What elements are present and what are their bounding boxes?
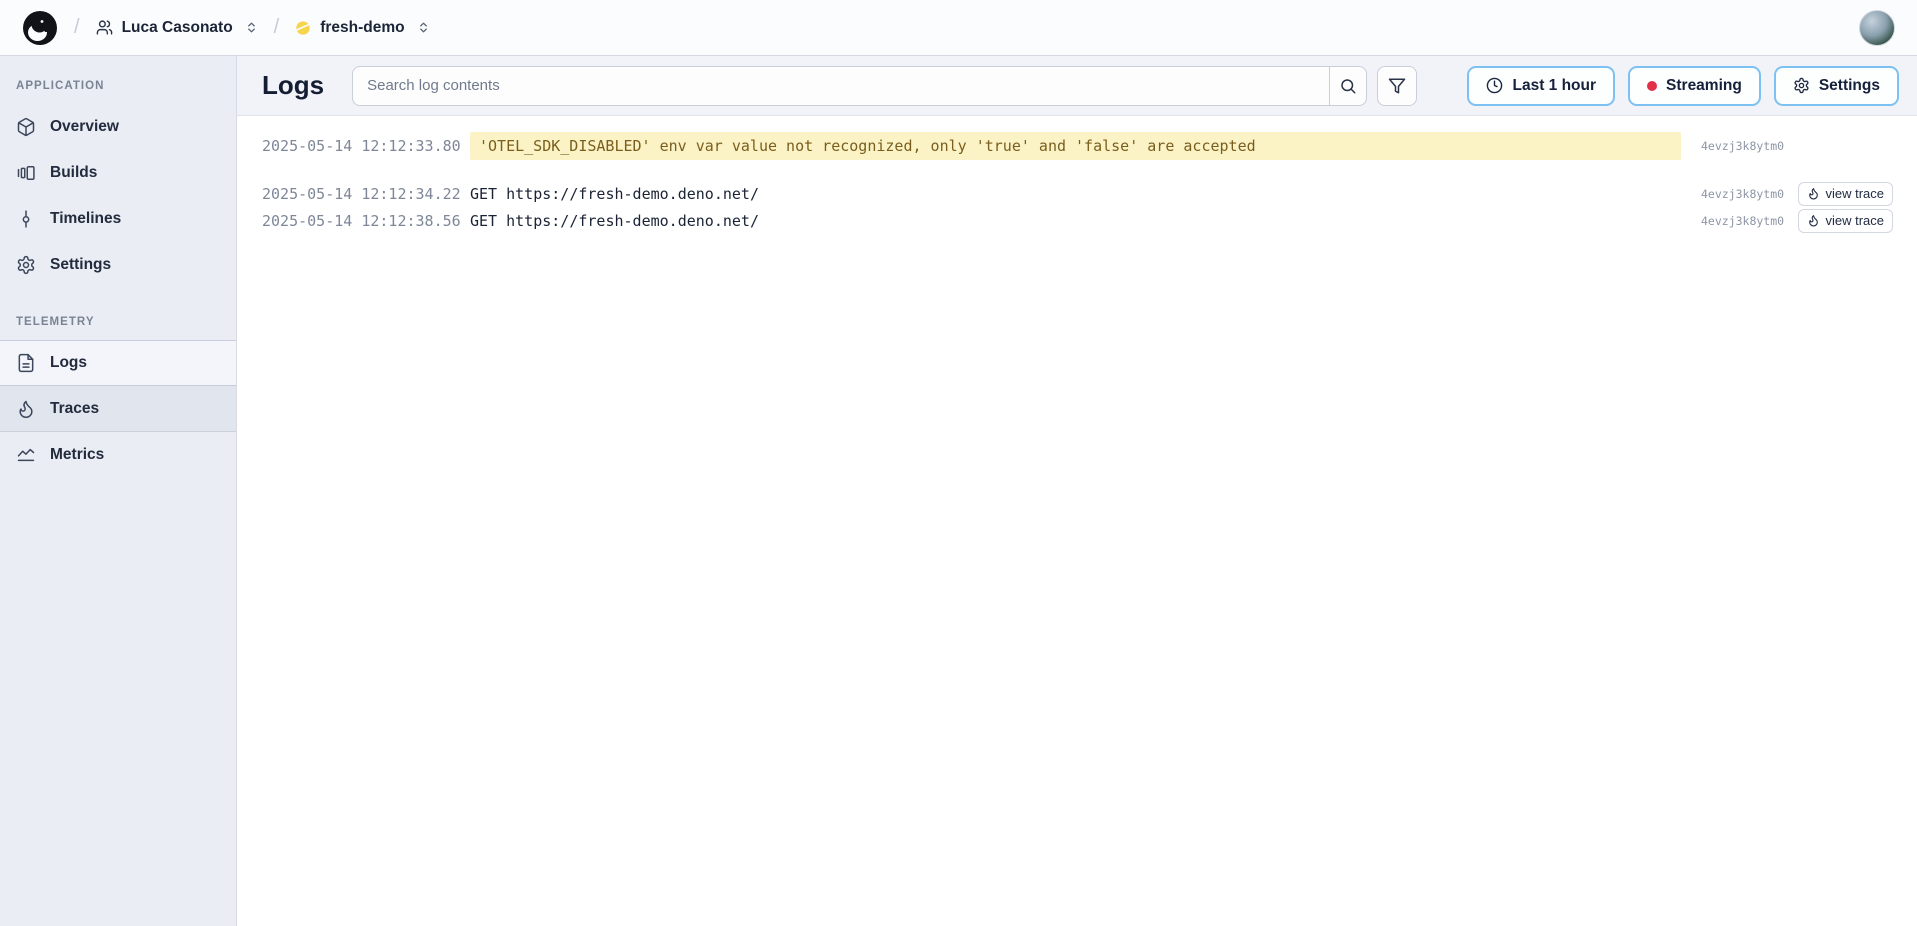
- gear-icon: [16, 255, 36, 275]
- timeline-icon: [16, 209, 36, 229]
- log-row[interactable]: 2025-05-14 12:12:38.56 GET https://fresh…: [262, 207, 1893, 234]
- sidebar: APPLICATION Overview Builds Timelines: [0, 56, 237, 926]
- filter-icon: [1388, 77, 1406, 95]
- breadcrumb-org[interactable]: Luca Casonato: [96, 19, 258, 37]
- view-trace-label: view trace: [1825, 186, 1884, 201]
- log-search-group: [352, 66, 1367, 106]
- sidebar-item-label: Metrics: [50, 446, 104, 464]
- time-range-button[interactable]: Last 1 hour: [1467, 66, 1615, 106]
- streaming-label: Streaming: [1666, 77, 1742, 95]
- log-message: GET https://fresh-demo.deno.net/: [470, 185, 1691, 203]
- fresh-project-icon: [295, 20, 311, 36]
- main-content: Logs Last 1 hour: [237, 56, 1917, 926]
- sidebar-item-metrics[interactable]: Metrics: [0, 432, 236, 478]
- sidebar-item-builds[interactable]: Builds: [0, 150, 236, 196]
- trace-flame-icon: [1807, 214, 1820, 227]
- log-message: GET https://fresh-demo.deno.net/: [470, 212, 1691, 230]
- search-input[interactable]: [352, 66, 1329, 106]
- toolbar-actions: Last 1 hour Streaming Settings: [1467, 66, 1899, 106]
- team-icon: [96, 19, 113, 36]
- sidebar-item-settings[interactable]: Settings: [0, 242, 236, 288]
- view-trace-button[interactable]: view trace: [1798, 209, 1893, 233]
- trace-flame-icon: [1807, 187, 1820, 200]
- trace-column: view trace: [1789, 182, 1893, 206]
- log-row-warning[interactable]: 2025-05-14 12:12:33.80 'OTEL_SDK_DISABLE…: [262, 132, 1893, 160]
- sidebar-item-label: Builds: [50, 164, 97, 182]
- trace-column: view trace: [1789, 209, 1893, 233]
- gear-icon: [1793, 77, 1810, 94]
- page-title: Logs: [262, 70, 324, 101]
- sidebar-section-telemetry: TELEMETRY: [0, 298, 236, 340]
- log-isolate-id: 4evzj3k8ytm0: [1701, 187, 1789, 201]
- sidebar-section-application: APPLICATION: [0, 62, 236, 104]
- chevrons-up-down-icon: [245, 21, 258, 34]
- log-row[interactable]: 2025-05-14 12:12:34.22 GET https://fresh…: [262, 180, 1893, 207]
- filter-button[interactable]: [1377, 66, 1417, 106]
- sidebar-item-label: Overview: [50, 118, 119, 136]
- project-name: fresh-demo: [320, 19, 404, 37]
- sidebar-item-overview[interactable]: Overview: [0, 104, 236, 150]
- sidebar-item-timelines[interactable]: Timelines: [0, 196, 236, 242]
- logs-toolbar: Logs Last 1 hour: [237, 56, 1917, 116]
- flame-icon: [16, 399, 36, 419]
- search-icon: [1339, 77, 1357, 95]
- streaming-button[interactable]: Streaming: [1628, 66, 1761, 106]
- builds-icon: [16, 163, 36, 183]
- log-list: 2025-05-14 12:12:33.80 'OTEL_SDK_DISABLE…: [237, 116, 1917, 926]
- sidebar-item-logs[interactable]: Logs: [0, 340, 236, 386]
- user-avatar[interactable]: [1859, 10, 1895, 46]
- sidebar-item-label: Timelines: [50, 210, 121, 228]
- time-range-label: Last 1 hour: [1512, 77, 1596, 95]
- org-name: Luca Casonato: [122, 19, 233, 37]
- breadcrumb-separator: /: [274, 16, 280, 39]
- file-text-icon: [16, 353, 36, 373]
- cube-icon: [16, 117, 36, 137]
- log-settings-label: Settings: [1819, 77, 1880, 95]
- deno-logo-icon[interactable]: [22, 10, 58, 46]
- search-button[interactable]: [1329, 66, 1367, 106]
- sidebar-item-label: Logs: [50, 354, 87, 372]
- chevrons-up-down-icon: [417, 21, 430, 34]
- view-trace-button[interactable]: view trace: [1798, 182, 1893, 206]
- topbar: / Luca Casonato / fresh-demo: [0, 0, 1917, 56]
- breadcrumb-project[interactable]: fresh-demo: [295, 19, 429, 37]
- sidebar-item-traces[interactable]: Traces: [0, 386, 236, 432]
- log-timestamp: 2025-05-14 12:12:33.80: [262, 137, 470, 155]
- sidebar-item-label: Traces: [50, 400, 99, 418]
- breadcrumb-separator: /: [74, 16, 80, 39]
- log-settings-button[interactable]: Settings: [1774, 66, 1899, 106]
- log-isolate-id: 4evzj3k8ytm0: [1701, 139, 1789, 153]
- streaming-dot-icon: [1647, 81, 1657, 91]
- clock-icon: [1486, 77, 1503, 94]
- log-message-warning: 'OTEL_SDK_DISABLED' env var value not re…: [470, 132, 1681, 160]
- sidebar-item-label: Settings: [50, 256, 111, 274]
- view-trace-label: view trace: [1825, 213, 1884, 228]
- log-timestamp: 2025-05-14 12:12:38.56: [262, 212, 470, 230]
- log-timestamp: 2025-05-14 12:12:34.22: [262, 185, 470, 203]
- trend-icon: [16, 445, 36, 465]
- log-isolate-id: 4evzj3k8ytm0: [1701, 214, 1789, 228]
